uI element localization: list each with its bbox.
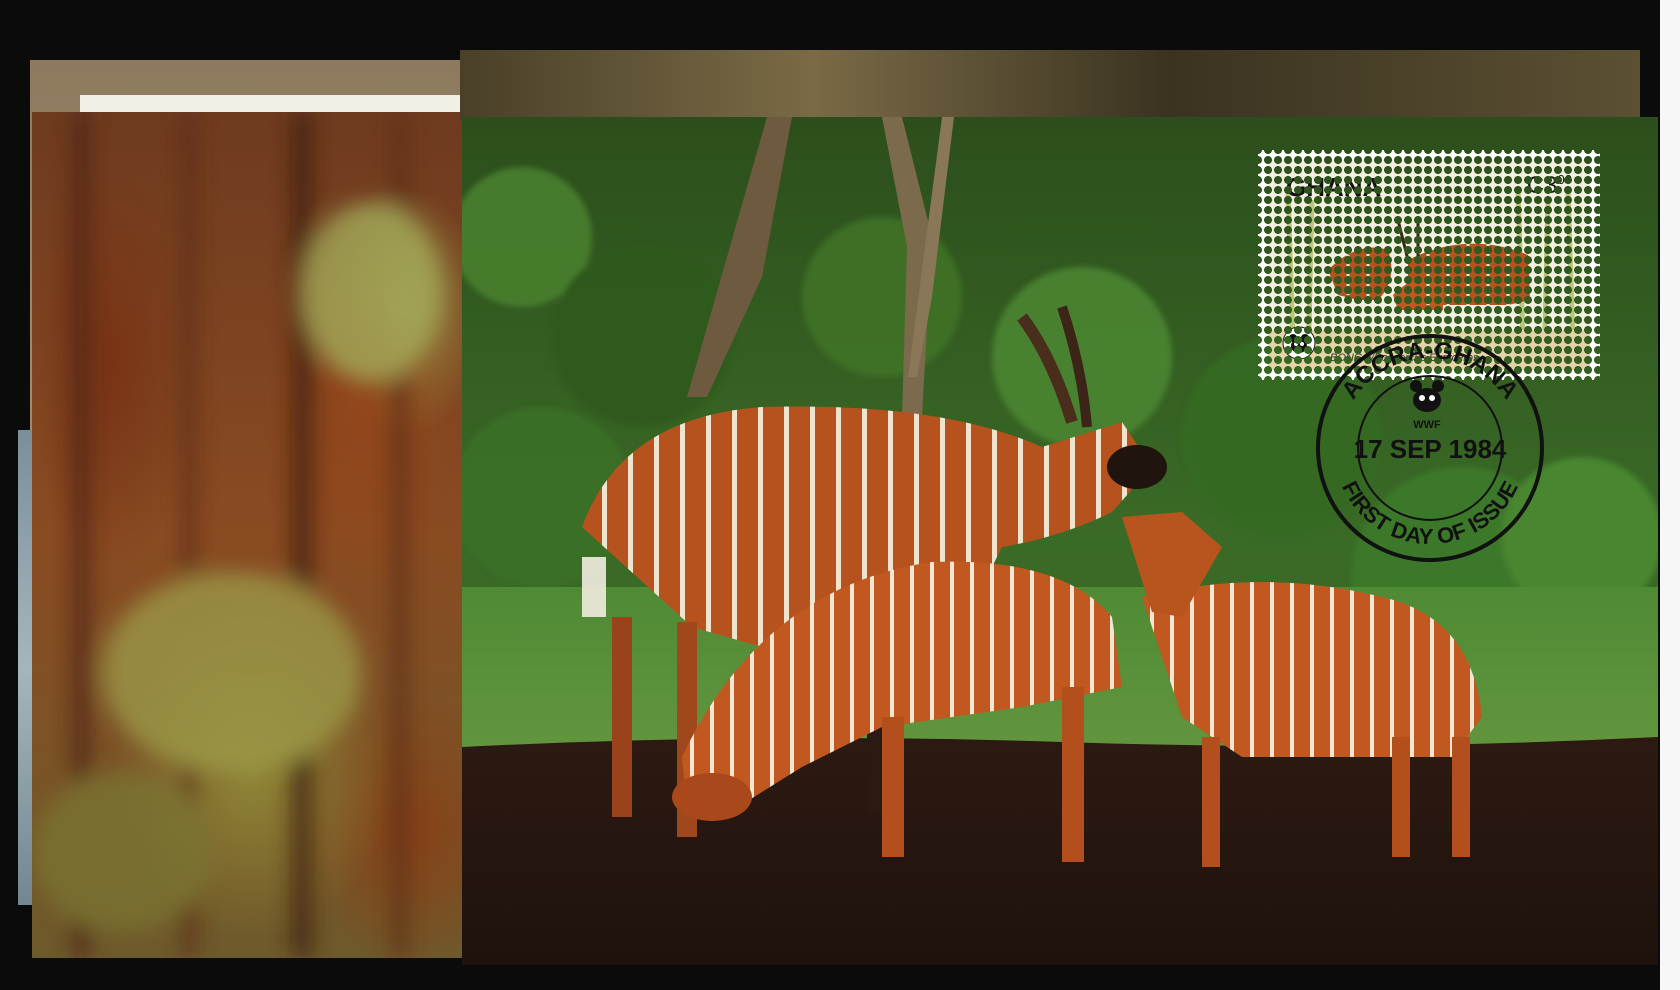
blurred-forest-card	[32, 112, 472, 958]
back-card-top-strip	[460, 50, 1640, 120]
postmark-date: 17 SEP 1984	[1354, 434, 1507, 464]
panda-logo-icon	[1282, 326, 1316, 360]
postmark: ACCRA-GHANA FIRST DAY OF ISSUE WWF 17 SE…	[1312, 330, 1548, 566]
postmark-logo: WWF	[1413, 419, 1441, 431]
stamp-value-cents: 00	[1557, 172, 1572, 187]
right-margin	[1660, 0, 1680, 990]
postmark-panda-icon	[1410, 380, 1444, 412]
stamp-denomination: C300	[1527, 172, 1572, 200]
ground	[462, 737, 1658, 965]
stamp-value: C3	[1526, 172, 1558, 199]
blurred-forest-photo	[32, 112, 442, 958]
stamp-country: GHANA	[1286, 172, 1382, 202]
